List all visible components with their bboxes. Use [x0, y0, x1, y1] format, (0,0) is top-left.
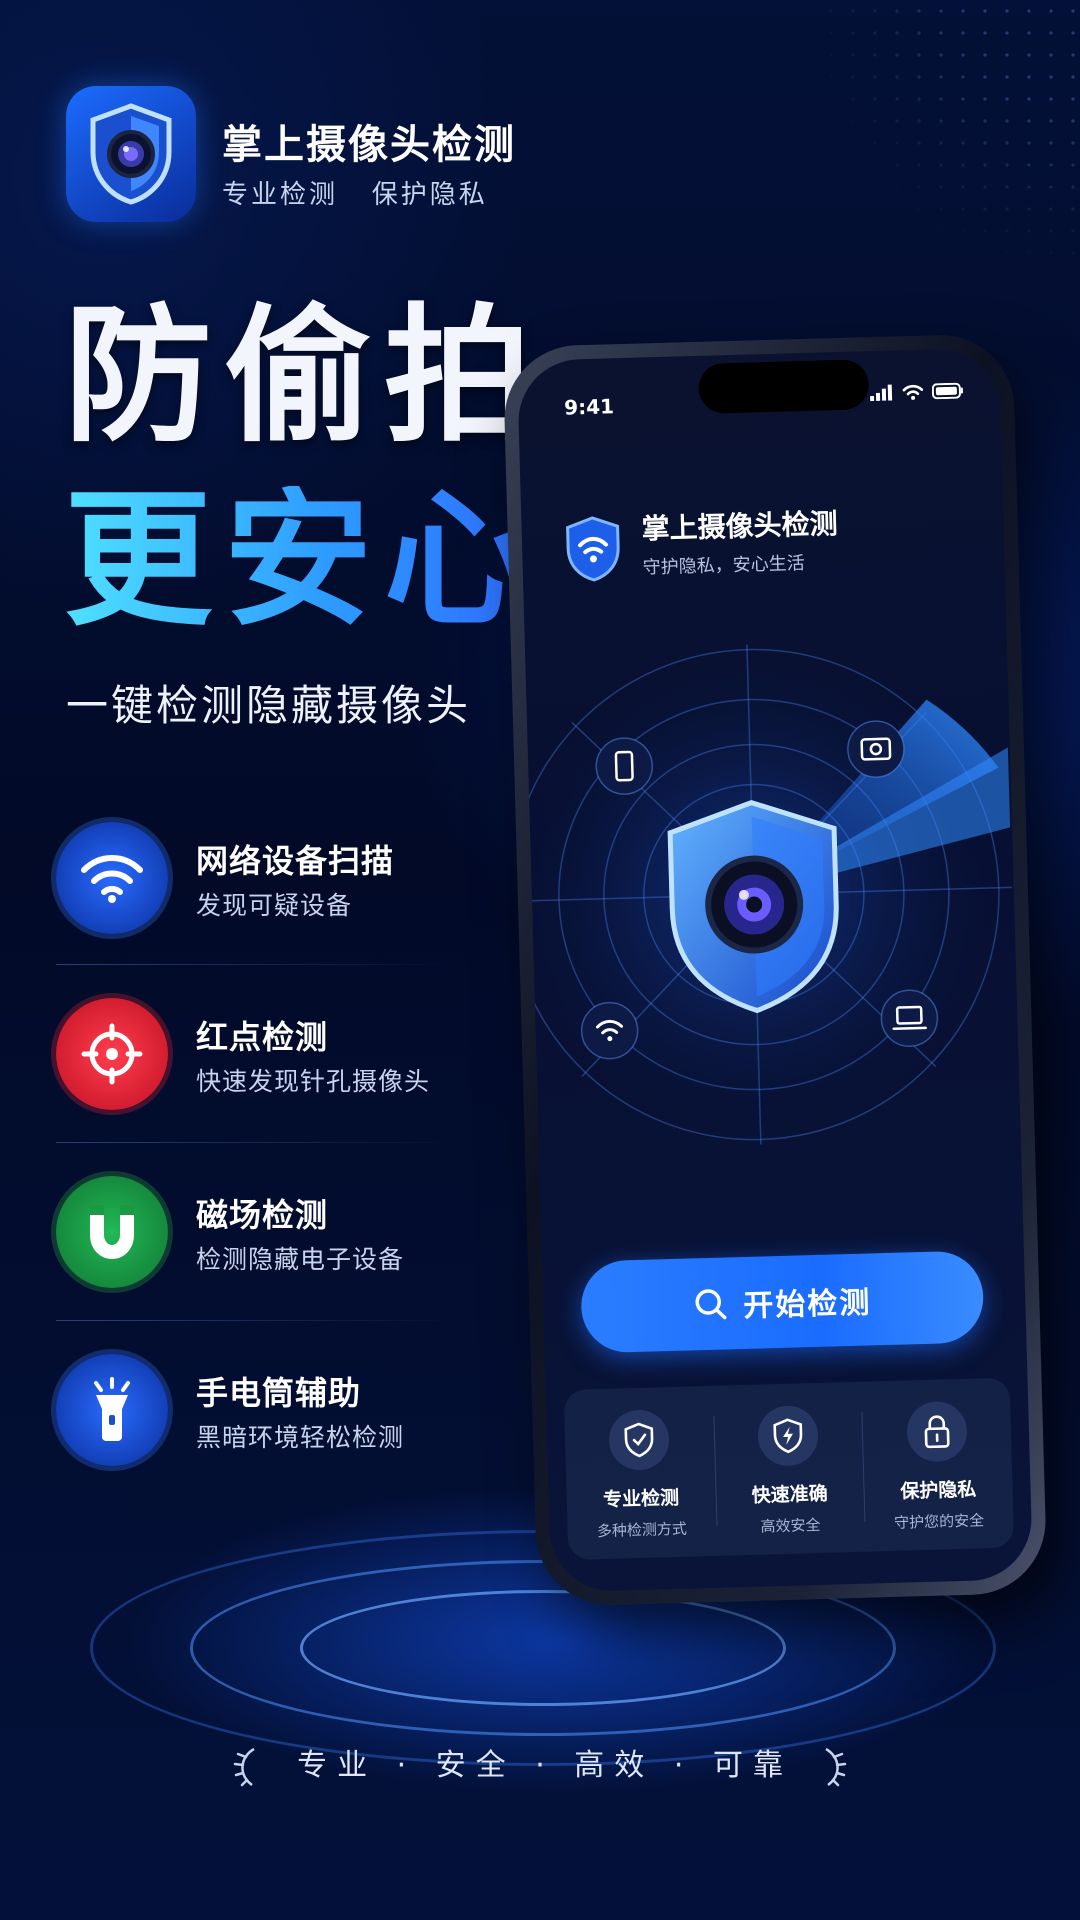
wifi-device-icon: [580, 1001, 639, 1060]
summary-title: 专业检测: [602, 1486, 680, 1512]
summary-item-professional[interactable]: 专业检测 多种检测方式: [564, 1386, 717, 1560]
flashlight-icon: [94, 1377, 130, 1441]
tagline-text: 专业 · 安全 · 高效 · 可靠: [297, 1748, 793, 1783]
signal-icon: [870, 384, 893, 402]
hero-line-1: 防偷拍: [64, 290, 544, 462]
hero-line-2: 更安心: [64, 474, 544, 646]
divider: [56, 1142, 456, 1143]
summary-item-fast[interactable]: 快速准确 高效安全: [712, 1382, 865, 1556]
laurel-right-icon: [825, 1747, 847, 1786]
wifi-status-icon: [902, 384, 924, 400]
feature-title: 红点检测: [196, 1018, 329, 1056]
hero-subtitle: 一键检测隐藏摄像头: [66, 681, 472, 730]
shield-wifi-icon: [566, 516, 620, 582]
phone-notch: [698, 359, 870, 414]
start-button-label: 开始检测: [742, 1285, 872, 1325]
start-detection-button[interactable]: 开始检测: [580, 1250, 985, 1354]
lightning-icon: [773, 1418, 803, 1454]
feature-title: 磁场检测: [196, 1196, 329, 1234]
feature-title: 手电筒辅助: [196, 1374, 362, 1412]
laptop-device-icon: [880, 989, 939, 1048]
lock-icon: [924, 1415, 950, 1449]
battery-icon: [931, 382, 963, 400]
shield-icon: [624, 1422, 654, 1458]
divider: [56, 964, 456, 965]
feature-desc: 检测隐藏电子设备: [196, 1245, 405, 1274]
feature-icon-badge: [56, 822, 168, 934]
poster: 掌上摄像头检测 专业检测 保护隐私 防偷拍 更安心 一键检测隐藏摄像头 网络设备…: [0, 0, 1080, 1920]
app-subtitle: 专业检测 保护隐私: [222, 180, 488, 210]
summary-title: 快速准确: [751, 1482, 828, 1507]
status-icons: [870, 382, 964, 402]
summary-icon-badge: [757, 1404, 819, 1467]
laurel-left-icon: [233, 1747, 255, 1786]
app-logo: [66, 86, 196, 222]
feature-magnetic: 磁场检测 检测隐藏电子设备: [56, 1176, 486, 1296]
summary-desc: 守护您的安全: [893, 1511, 985, 1532]
feature-desc: 黑暗环境轻松检测: [196, 1423, 405, 1452]
magnet-icon: [90, 1205, 134, 1259]
feature-icon-badge: [56, 1354, 168, 1466]
feature-desc: 发现可疑设备: [196, 891, 353, 920]
summary-desc: 高效安全: [760, 1515, 821, 1536]
summary-title: 保护隐私: [899, 1478, 977, 1503]
feature-summary-card: 专业检测 多种检测方式 快速准确 高效安全 保护隐私 守护您的安全: [563, 1377, 1015, 1560]
feature-desc: 快速发现针孔摄像头: [196, 1067, 431, 1096]
status-time: 9:41: [563, 394, 615, 420]
camera-device-icon: [847, 720, 905, 778]
phone-app-title: 掌上摄像头检测: [641, 507, 839, 546]
shield-camera-icon: [90, 103, 172, 205]
target-icon: [81, 1023, 143, 1085]
glow-ring: [300, 1590, 786, 1706]
summary-item-privacy[interactable]: 保护隐私 守护您的安全: [861, 1378, 1014, 1552]
feature-title: 网络设备扫描: [196, 842, 395, 880]
feature-icon-badge: [56, 998, 168, 1110]
dot-pattern: [820, 0, 1080, 260]
feature-red-dot: 红点检测 快速发现针孔摄像头: [56, 998, 486, 1118]
wifi-icon: [81, 855, 143, 903]
phone-app-subtitle: 守护隐私，安心生活: [642, 553, 805, 579]
feature-icon-badge: [56, 1176, 168, 1288]
feature-network-scan: 网络设备扫描 发现可疑设备: [56, 822, 486, 942]
phone-screen: 9:41 掌上摄像头检测 守护隐私，安心生活 开始检测 专业检测 多种检测方式 …: [516, 347, 1034, 1593]
phone-app-logo: [563, 514, 623, 588]
phone-device-icon: [595, 737, 653, 795]
app-name: 掌上摄像头检测: [222, 122, 516, 168]
summary-icon-badge: [608, 1409, 671, 1471]
divider: [56, 1320, 456, 1321]
summary-icon-badge: [905, 1400, 968, 1463]
radar-scanner: [524, 644, 1012, 1145]
feature-flashlight: 手电筒辅助 黑暗环境轻松检测: [56, 1354, 486, 1474]
footer-tagline: 专业 · 安全 · 高效 · 可靠: [0, 1740, 1080, 1789]
summary-desc: 多种检测方式: [596, 1519, 688, 1541]
search-icon: [695, 1289, 727, 1320]
phone-mockup: 9:41 掌上摄像头检测 守护隐私，安心生活 开始检测 专业检测 多种检测方式 …: [502, 333, 1048, 1607]
